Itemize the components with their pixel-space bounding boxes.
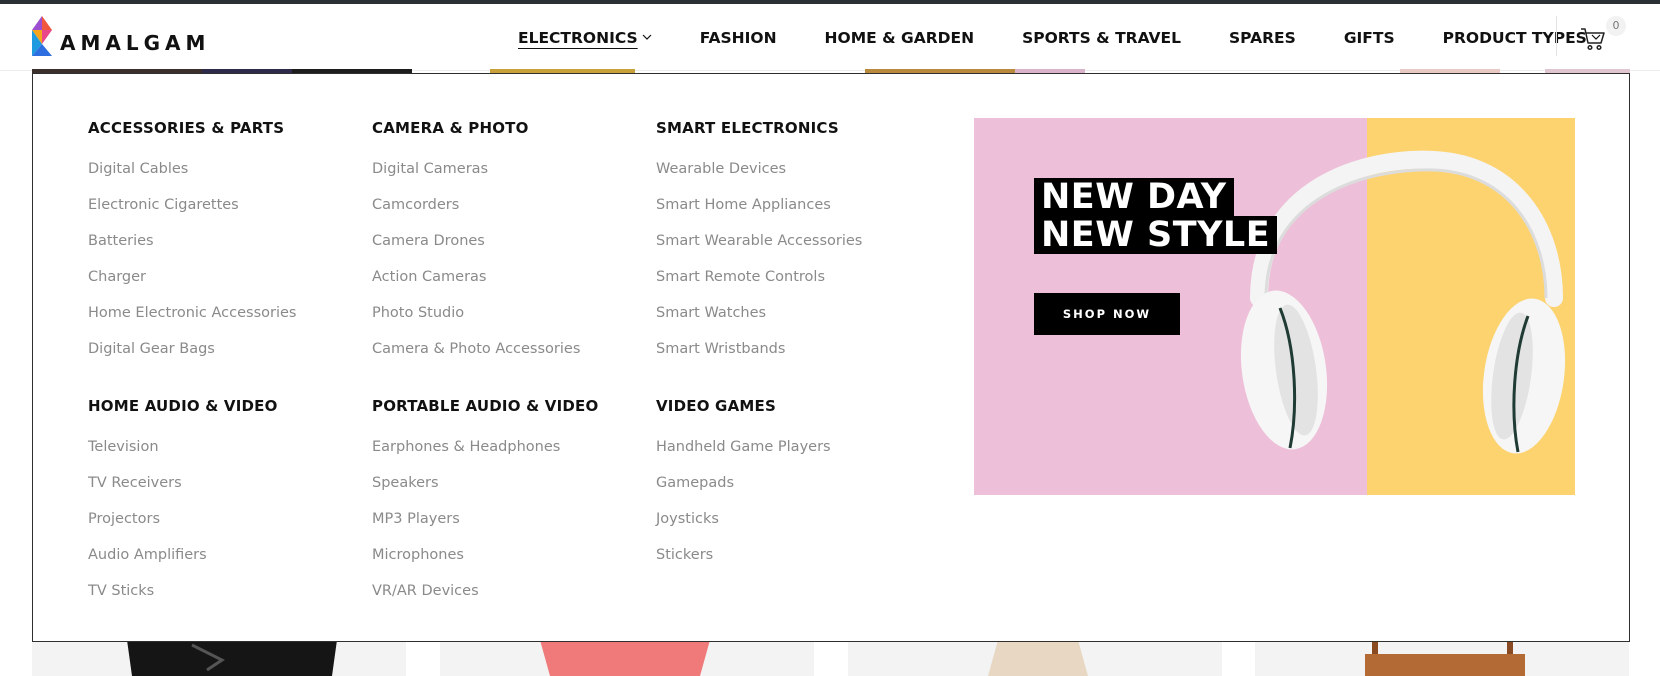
menu-link[interactable]: Digital Cameras: [372, 159, 580, 195]
menu-column-title[interactable]: HOME AUDIO & VIDEO: [88, 397, 278, 415]
product-image: [1365, 640, 1525, 676]
promo-banner[interactable]: NEW DAY NEW STYLE SHOP NOW: [974, 118, 1575, 495]
nav-electronics[interactable]: ELECTRONICS: [518, 29, 652, 47]
menu-column-title[interactable]: SMART ELECTRONICS: [656, 119, 862, 137]
menu-link[interactable]: Camcorders: [372, 195, 580, 231]
menu-column-smart-electronics: SMART ELECTRONICS Wearable Devices Smart…: [656, 119, 862, 375]
menu-link[interactable]: Charger: [88, 267, 297, 303]
menu-link[interactable]: Projectors: [88, 509, 278, 545]
menu-link[interactable]: Audio Amplifiers: [88, 545, 278, 581]
product-image: [540, 640, 710, 676]
nav-sports-travel[interactable]: SPORTS & TRAVEL: [1022, 29, 1181, 47]
main-nav: ELECTRONICS FASHION HOME & GARDEN SPORTS…: [518, 4, 1649, 71]
product-tile[interactable]: [32, 640, 406, 676]
nav-home-garden[interactable]: HOME & GARDEN: [825, 29, 975, 47]
cart-count-badge: 0: [1606, 16, 1626, 36]
menu-link[interactable]: Wearable Devices: [656, 159, 862, 195]
menu-column-title[interactable]: PORTABLE AUDIO & VIDEO: [372, 397, 598, 415]
menu-column-title[interactable]: VIDEO GAMES: [656, 397, 831, 415]
menu-column-title[interactable]: ACCESSORIES & PARTS: [88, 119, 297, 137]
menu-link[interactable]: Television: [88, 437, 278, 473]
nav-label: PRODUCT TYPES: [1442, 28, 1587, 47]
menu-link[interactable]: Speakers: [372, 473, 598, 509]
product-image: [988, 640, 1088, 676]
menu-link[interactable]: Smart Wearable Accessories: [656, 231, 862, 267]
nav-label: HOME & GARDEN: [824, 28, 975, 47]
menu-link[interactable]: Batteries: [88, 231, 297, 267]
menu-column-accessories-parts: ACCESSORIES & PARTS Digital Cables Elect…: [88, 119, 297, 375]
menu-link[interactable]: Earphones & Headphones: [372, 437, 598, 473]
nav-fashion[interactable]: FASHION: [700, 29, 777, 47]
logo-mark-icon: [32, 16, 52, 56]
nav-spares[interactable]: SPARES: [1229, 29, 1296, 47]
menu-link[interactable]: Action Cameras: [372, 267, 580, 303]
menu-link[interactable]: Digital Cables: [88, 159, 297, 195]
menu-link[interactable]: Smart Watches: [656, 303, 862, 339]
menu-link[interactable]: Electronic Cigarettes: [88, 195, 297, 231]
menu-link[interactable]: TV Sticks: [88, 581, 278, 617]
mega-menu-electronics: ACCESSORIES & PARTS Digital Cables Elect…: [32, 73, 1630, 642]
menu-link[interactable]: Joysticks: [656, 509, 831, 545]
menu-column-title[interactable]: CAMERA & PHOTO: [372, 119, 580, 137]
menu-link[interactable]: Smart Wristbands: [656, 339, 862, 375]
menu-link[interactable]: Camera & Photo Accessories: [372, 339, 580, 375]
menu-link[interactable]: VR/AR Devices: [372, 581, 598, 617]
menu-link[interactable]: Smart Remote Controls: [656, 267, 862, 303]
cart-icon[interactable]: [1580, 26, 1606, 52]
menu-link[interactable]: Gamepads: [656, 473, 831, 509]
product-tile[interactable]: [440, 640, 814, 676]
nav-product-types[interactable]: PRODUCT TYPES: [1443, 29, 1601, 47]
nav-label: GIFTS: [1343, 28, 1395, 47]
shop-now-button[interactable]: SHOP NOW: [1034, 293, 1180, 335]
headphones-image: [1240, 150, 1566, 454]
menu-column-home-audio-video: HOME AUDIO & VIDEO Television TV Receive…: [88, 397, 278, 617]
chevron-down-icon: [642, 34, 652, 40]
menu-link[interactable]: Digital Gear Bags: [88, 339, 297, 375]
menu-link[interactable]: Photo Studio: [372, 303, 580, 339]
brand-name: AMALGAM: [60, 31, 211, 55]
menu-link[interactable]: Home Electronic Accessories: [88, 303, 297, 339]
nav-divider: [1556, 16, 1557, 56]
menu-column-camera-photo: CAMERA & PHOTO Digital Cameras Camcorder…: [372, 119, 580, 375]
menu-column-portable-audio-video: PORTABLE AUDIO & VIDEO Earphones & Headp…: [372, 397, 598, 617]
menu-link[interactable]: Camera Drones: [372, 231, 580, 267]
menu-link[interactable]: Microphones: [372, 545, 598, 581]
product-tile[interactable]: [1255, 640, 1629, 676]
nav-gifts[interactable]: GIFTS: [1344, 29, 1395, 47]
menu-column-video-games: VIDEO GAMES Handheld Game Players Gamepa…: [656, 397, 831, 581]
nav-label: FASHION: [699, 28, 777, 47]
nav-label: SPORTS & TRAVEL: [1022, 28, 1182, 47]
nav-label: SPARES: [1229, 28, 1296, 47]
menu-link[interactable]: TV Receivers: [88, 473, 278, 509]
menu-link[interactable]: MP3 Players: [372, 509, 598, 545]
product-image: [127, 640, 337, 676]
site-header: AMALGAM ELECTRONICS FASHION HOME & GARDE…: [0, 4, 1660, 71]
menu-link[interactable]: Smart Home Appliances: [656, 195, 862, 231]
brand-logo[interactable]: AMALGAM: [32, 13, 210, 59]
product-tile[interactable]: [848, 640, 1222, 676]
menu-link[interactable]: Handheld Game Players: [656, 437, 831, 473]
nav-label: ELECTRONICS: [518, 28, 638, 47]
menu-link[interactable]: Stickers: [656, 545, 831, 581]
banner-headline-line1: NEW DAY: [1034, 178, 1234, 216]
banner-headline-line2: NEW STYLE: [1034, 216, 1278, 254]
